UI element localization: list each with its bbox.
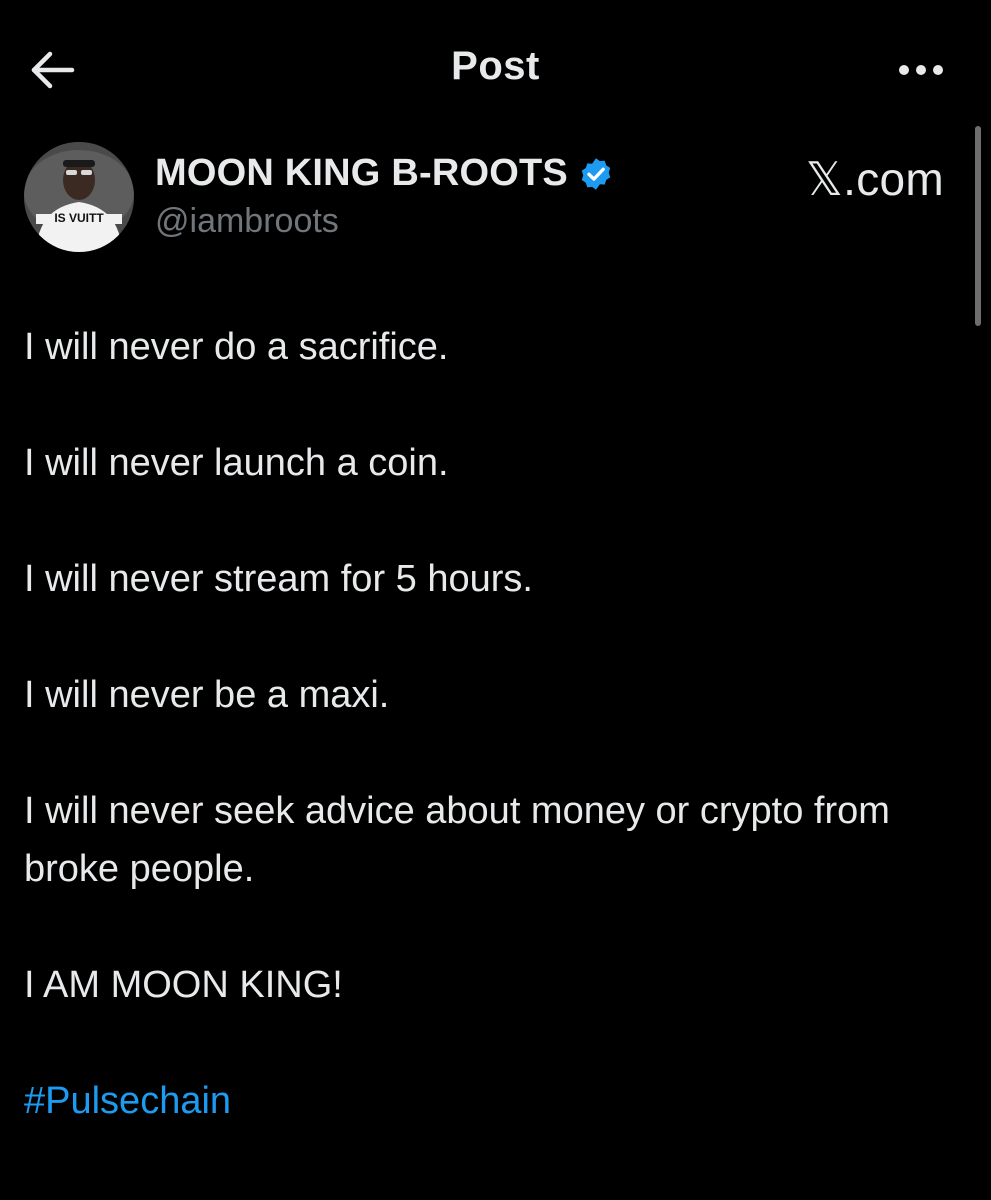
scrollbar[interactable] (975, 126, 981, 326)
verified-badge-icon (581, 157, 611, 190)
top-bar: Post (0, 0, 991, 140)
post-line: I will never launch a coin. (24, 442, 449, 484)
post-text: I will never do a sacrifice. I will neve… (24, 318, 944, 1188)
watermark-x-com: 𝕏.com (805, 153, 944, 205)
post-line: I will never do a sacrifice. (24, 326, 449, 368)
post-author: IS VUITT MOON KING B-ROOTS @iambroots 𝕏.… (24, 142, 944, 257)
avatar-shirt-text: IS VUITT (54, 211, 104, 225)
display-name-row: MOON KING B-ROOTS (155, 152, 614, 195)
more-horizontal-icon (899, 65, 943, 75)
avatar[interactable]: IS VUITT (24, 142, 134, 252)
post-line: I will never be a maxi. (24, 674, 390, 716)
post-line: I will never stream for 5 hours. (24, 558, 533, 600)
avatar-image: IS VUITT (24, 142, 134, 252)
more-options-button[interactable] (891, 50, 951, 90)
display-name[interactable]: MOON KING B-ROOTS (155, 152, 568, 195)
page-title: Post (451, 44, 540, 88)
user-handle[interactable]: @iambroots (155, 202, 339, 241)
post-line: I will never seek advice about money or … (24, 790, 890, 890)
post-line: I AM MOON KING! (24, 964, 343, 1006)
hashtag-link[interactable]: #Pulsechain (24, 1080, 231, 1122)
